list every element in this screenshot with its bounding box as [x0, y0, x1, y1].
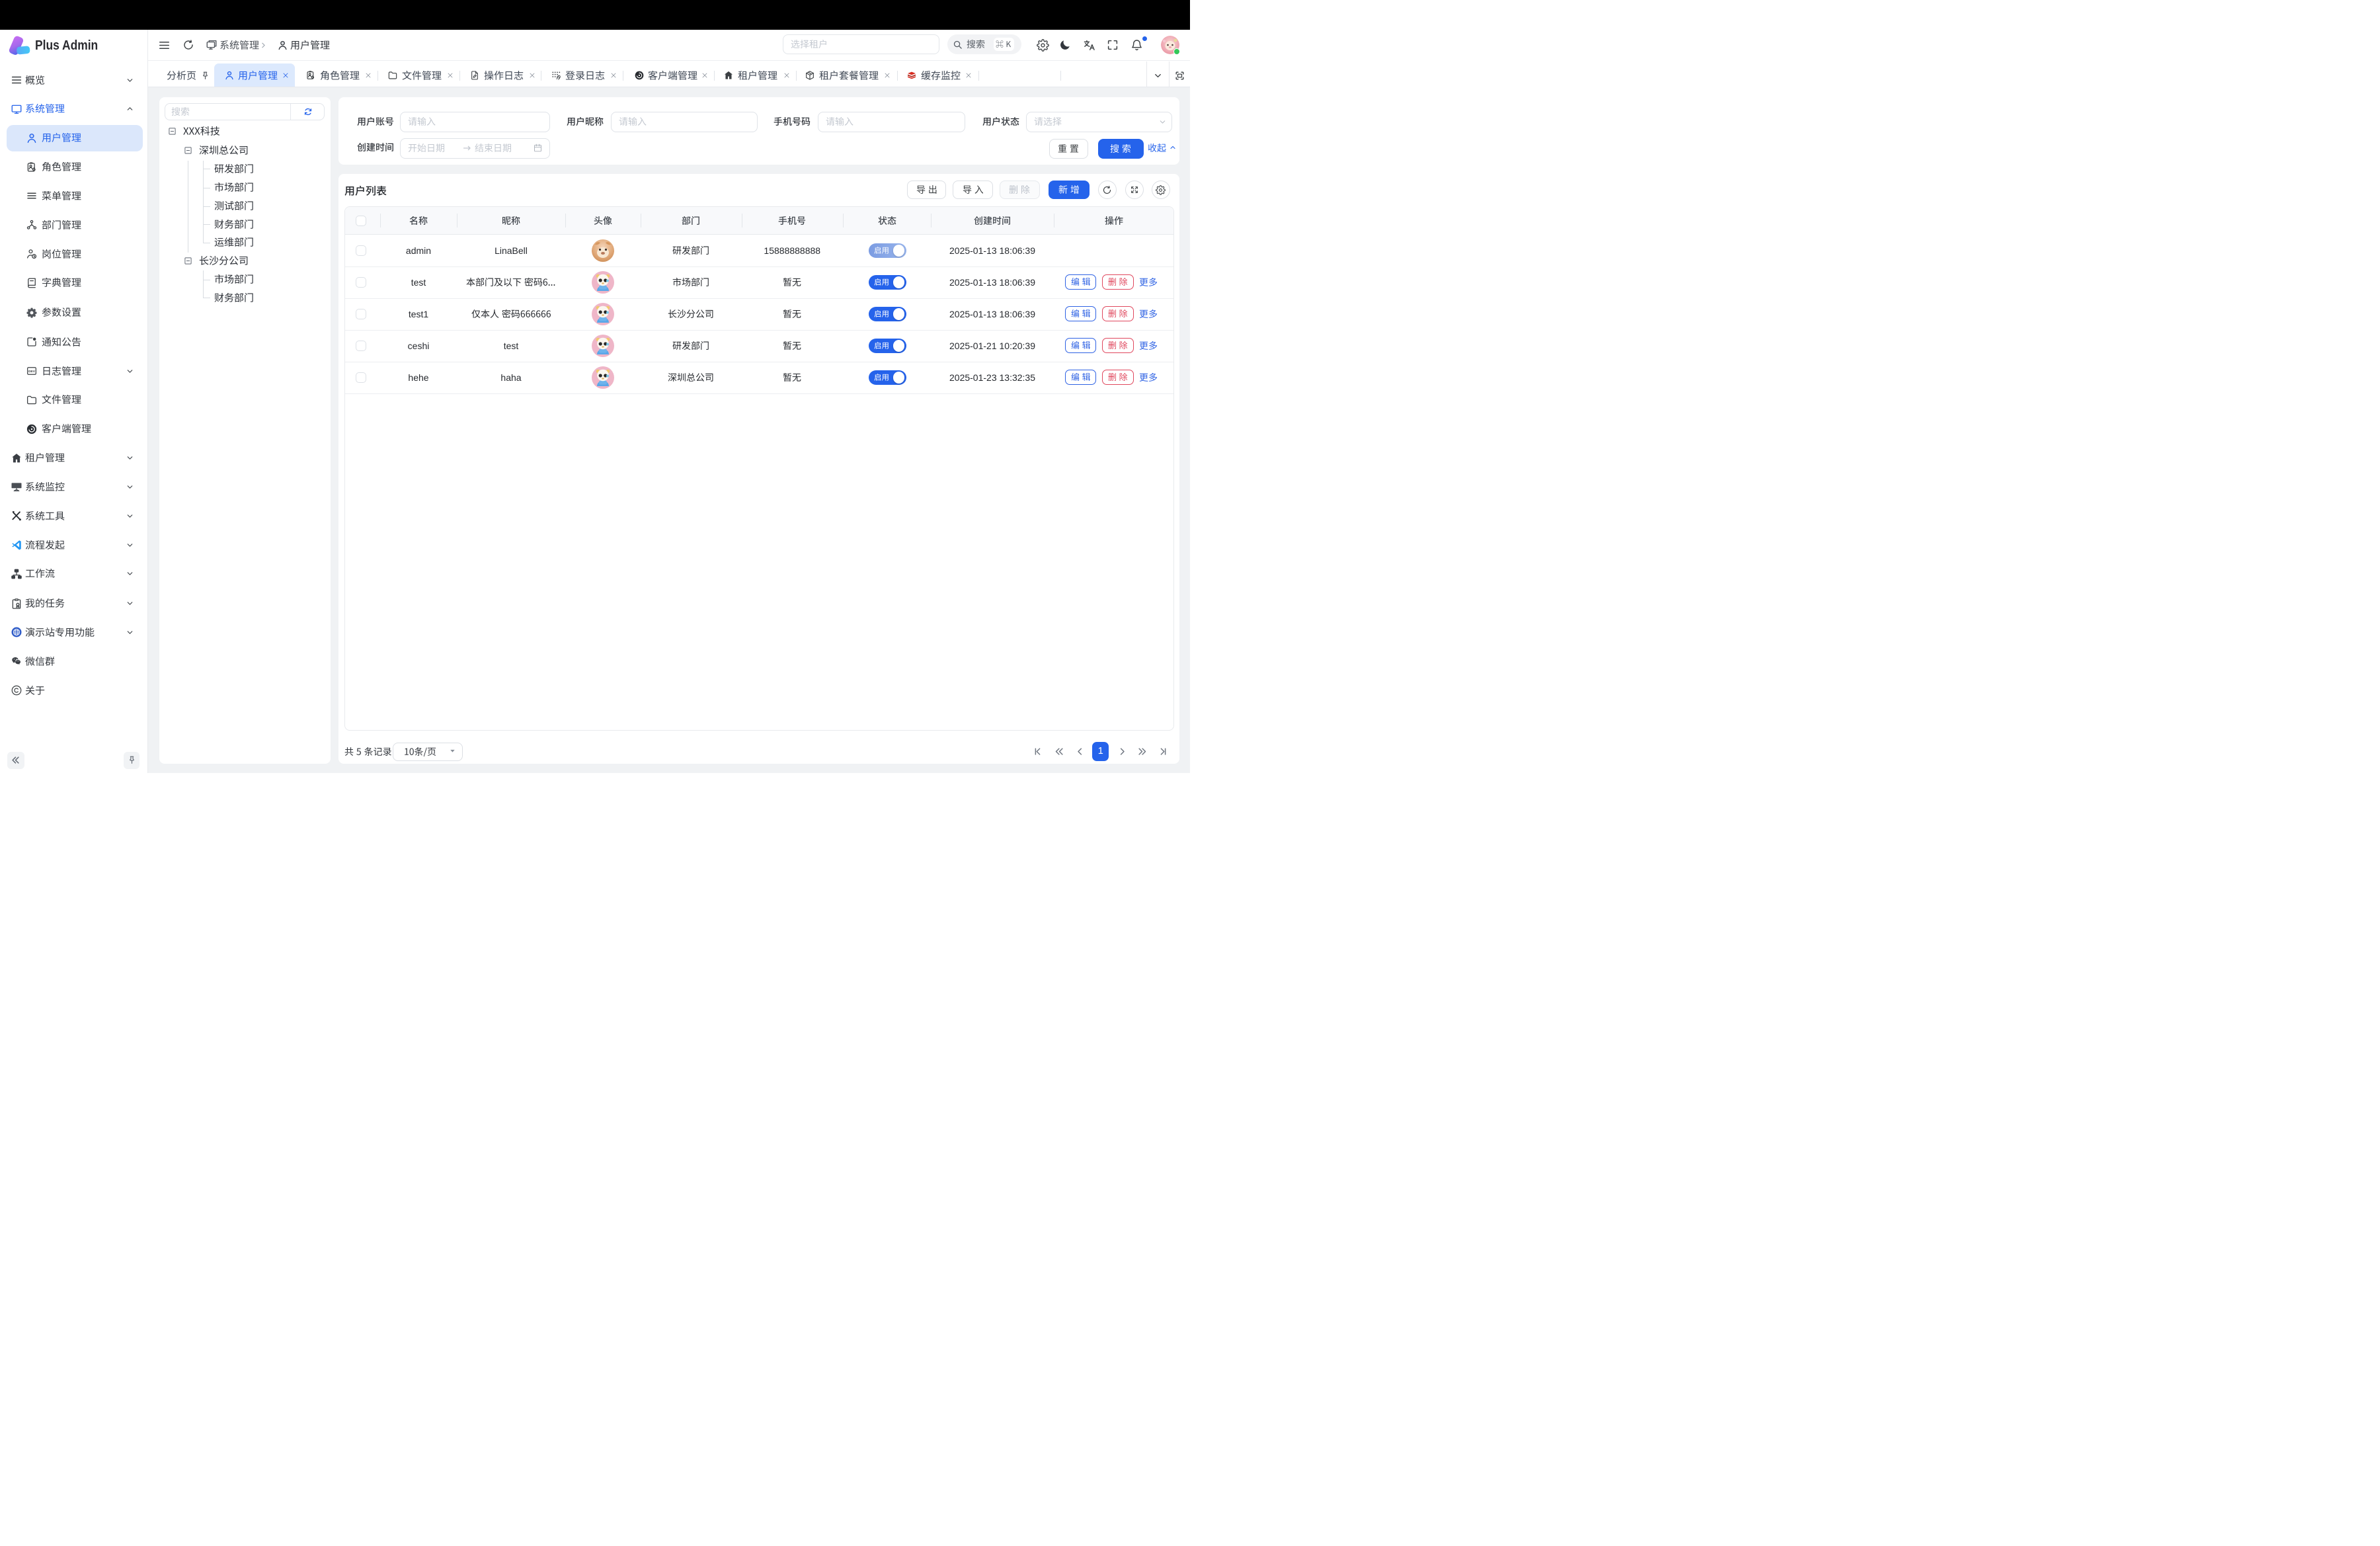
svg-text:DEV: DEV: [28, 370, 36, 374]
